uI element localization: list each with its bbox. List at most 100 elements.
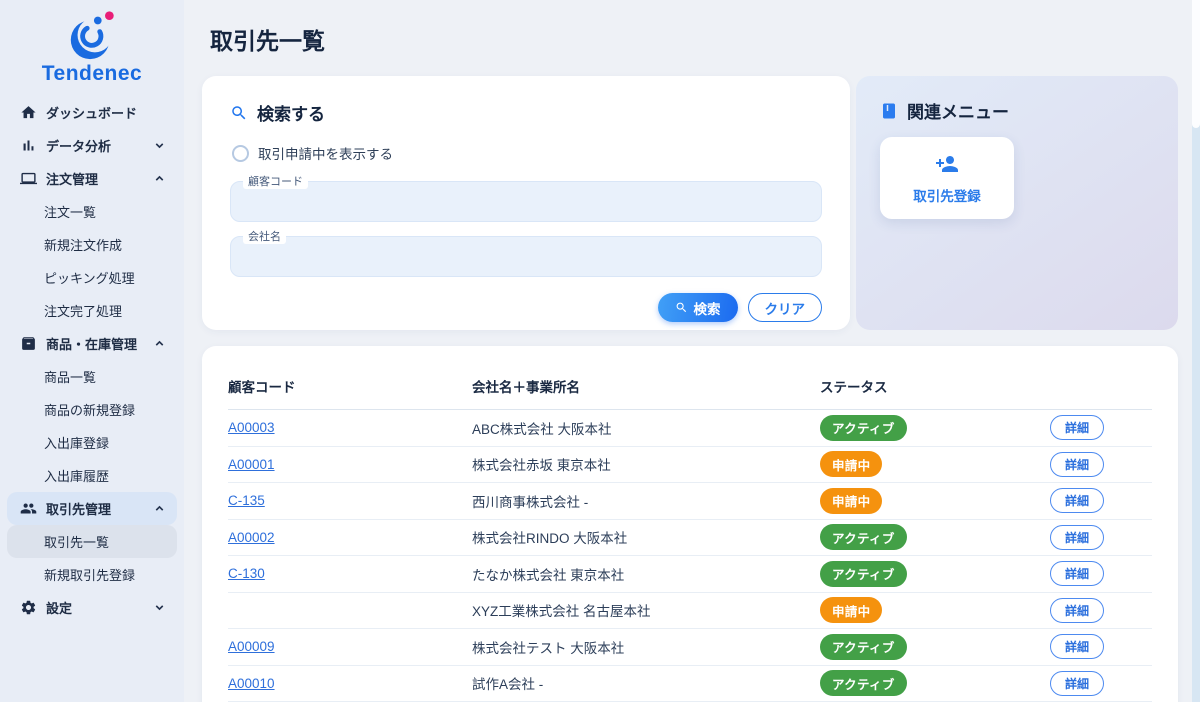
laptop-icon <box>20 170 37 187</box>
customer-code-input[interactable] <box>230 181 822 222</box>
customer-code-label: 顧客コード <box>243 173 308 189</box>
table-header-row: 顧客コード 会社名＋事業所名 ステータス <box>228 368 1152 410</box>
partner-table-card: 顧客コード 会社名＋事業所名 ステータス A00003 ABC株式会社 大阪本社… <box>202 346 1178 702</box>
company-name-label: 会社名 <box>243 228 286 244</box>
search-card: 検索する 取引申請中を表示する 顧客コード 会社名 検索 クリア <box>202 76 850 330</box>
status-badge: アクティブ <box>820 414 907 441</box>
search-card-header: 検索する <box>230 100 822 125</box>
status-badge: 申請中 <box>820 451 883 478</box>
company-name-input[interactable] <box>230 236 822 277</box>
detail-button[interactable]: 詳細 <box>1050 488 1105 514</box>
gear-icon <box>20 599 37 616</box>
show-pending-radio[interactable] <box>232 144 249 162</box>
sidebar-item-stock-io-history[interactable]: 入出庫履歴 <box>7 459 177 492</box>
table-row: A00002 株式会社RINDO 大阪本社 アクティブ 詳細 <box>228 520 1152 556</box>
chevron-down-icon <box>153 139 166 152</box>
sidebar-item-label: ピッキング処理 <box>44 271 135 286</box>
table-row: A00009 株式会社テスト 大阪本社 アクティブ 詳細 <box>228 629 1152 666</box>
column-header-code: 顧客コード <box>228 380 296 395</box>
sidebar-item-label: 新規注文作成 <box>44 238 123 253</box>
sidebar-item-label: 商品一覧 <box>44 370 97 385</box>
sidebar-item-product-list[interactable]: 商品一覧 <box>7 360 177 393</box>
sidebar-item-label: ダッシュボード <box>46 106 138 121</box>
chart-icon <box>20 137 37 154</box>
detail-button[interactable]: 詳細 <box>1050 670 1105 696</box>
people-icon <box>20 500 37 517</box>
book-icon <box>880 102 898 120</box>
search-icon <box>230 104 248 122</box>
sidebar-item-partner-list[interactable]: 取引先一覧 <box>7 525 177 558</box>
page-title: 取引先一覧 <box>210 28 325 54</box>
sidebar-menu: ダッシュボード データ分析 注文管理 注文一覧 新規注文作成 ピッキング処理 注… <box>0 96 184 624</box>
chevron-up-icon <box>153 502 166 515</box>
customer-code-link[interactable]: A00001 <box>228 457 472 472</box>
logo-swirl-icon <box>70 11 114 60</box>
search-buttons-row: 検索 クリア <box>230 293 822 322</box>
scrollbar-thumb[interactable] <box>1192 0 1200 128</box>
status-badge: 申請中 <box>820 597 883 624</box>
customer-code-field: 顧客コード <box>230 173 822 222</box>
detail-button[interactable]: 詳細 <box>1050 524 1105 550</box>
sidebar-item-label: 商品の新規登録 <box>44 403 136 418</box>
sidebar-item-order-list[interactable]: 注文一覧 <box>7 195 177 228</box>
sidebar-item-picking[interactable]: ピッキング処理 <box>7 261 177 294</box>
sidebar-item-order-complete[interactable]: 注文完了処理 <box>7 294 177 327</box>
customer-code-link[interactable]: A00010 <box>228 676 472 691</box>
sidebar-item-new-order[interactable]: 新規注文作成 <box>7 228 177 261</box>
company-name: ABC株式会社 大阪本社 <box>472 421 612 437</box>
search-button[interactable]: 検索 <box>657 293 738 322</box>
sidebar-item-label: 取引先一覧 <box>44 535 110 550</box>
table-row: C-135 西川商事株式会社 - 申請中 詳細 <box>228 483 1152 520</box>
customer-code-link[interactable]: C-135 <box>228 493 472 508</box>
sidebar-item-stock-io-register[interactable]: 入出庫登録 <box>7 426 177 459</box>
chevron-down-icon <box>153 601 166 614</box>
customer-code-link[interactable]: A00003 <box>228 420 472 435</box>
related-menu-title: 関連メニュー <box>907 103 1009 122</box>
sidebar-item-settings[interactable]: 設定 <box>7 591 177 624</box>
table-row: A00003 ABC株式会社 大阪本社 アクティブ 詳細 <box>228 410 1152 447</box>
clear-button[interactable]: クリア <box>747 293 822 322</box>
customer-code-link[interactable]: C-130 <box>228 566 472 581</box>
company-name: 西川商事株式会社 - <box>472 494 589 510</box>
detail-button[interactable]: 詳細 <box>1050 634 1105 660</box>
brand-logo: Tendenec <box>0 0 184 86</box>
sidebar-item-partner-management[interactable]: 取引先管理 <box>7 492 177 525</box>
box-icon <box>20 335 37 352</box>
company-name: 株式会社赤坂 東京本社 <box>472 458 611 474</box>
status-badge: アクティブ <box>820 633 907 660</box>
sidebar-item-order-management[interactable]: 注文管理 <box>7 162 177 195</box>
sidebar-item-dashboard[interactable]: ダッシュボード <box>7 96 177 129</box>
sidebar: Tendenec ダッシュボード データ分析 注文管理 注文一覧 新規注文作成 <box>0 0 184 702</box>
customer-code-link[interactable]: A00009 <box>228 639 472 654</box>
register-partner-label: 取引先登録 <box>913 189 981 204</box>
sidebar-item-product-register[interactable]: 商品の新規登録 <box>7 393 177 426</box>
status-badge: アクティブ <box>820 524 907 551</box>
sidebar-item-label: 注文一覧 <box>44 205 97 220</box>
customer-code-link[interactable]: A00002 <box>228 530 472 545</box>
pending-filter-row: 取引申請中を表示する <box>232 143 820 163</box>
company-name-field: 会社名 <box>230 228 822 277</box>
related-menu-panel: 関連メニュー 取引先登録 <box>856 76 1178 330</box>
column-header-company: 会社名＋事業所名 <box>472 380 580 395</box>
register-partner-shortcut[interactable]: 取引先登録 <box>880 137 1014 219</box>
status-badge: 申請中 <box>820 487 883 514</box>
sidebar-item-label: 入出庫登録 <box>44 436 110 451</box>
column-header-status: ステータス <box>820 380 888 395</box>
detail-button[interactable]: 詳細 <box>1050 561 1105 587</box>
sidebar-item-label: 取引先管理 <box>46 502 112 517</box>
sidebar-item-new-partner-register[interactable]: 新規取引先登録 <box>7 558 177 591</box>
detail-button[interactable]: 詳細 <box>1050 451 1105 477</box>
sidebar-item-product-inventory[interactable]: 商品・在庫管理 <box>7 327 177 360</box>
detail-button[interactable]: 詳細 <box>1050 415 1105 441</box>
app-window: Tendenec ダッシュボード データ分析 注文管理 注文一覧 新規注文作成 <box>0 0 1200 702</box>
detail-button[interactable]: 詳細 <box>1050 597 1105 623</box>
chevron-up-icon <box>153 337 166 350</box>
company-name: たなか株式会社 東京本社 <box>472 567 625 583</box>
main-content: 取引先一覧 検索する 取引申請中を表示する 顧客コード 会社名 検索 クリア 関… <box>184 0 1200 702</box>
sidebar-item-label: 注文管理 <box>46 172 99 187</box>
person-add-icon <box>935 152 959 176</box>
sidebar-item-label: データ分析 <box>46 139 112 154</box>
show-pending-label: 取引申請中を表示する <box>258 147 393 162</box>
sidebar-item-data-analysis[interactable]: データ分析 <box>7 129 177 162</box>
top-row: 検索する 取引申請中を表示する 顧客コード 会社名 検索 クリア 関連メニュー … <box>202 76 1178 330</box>
